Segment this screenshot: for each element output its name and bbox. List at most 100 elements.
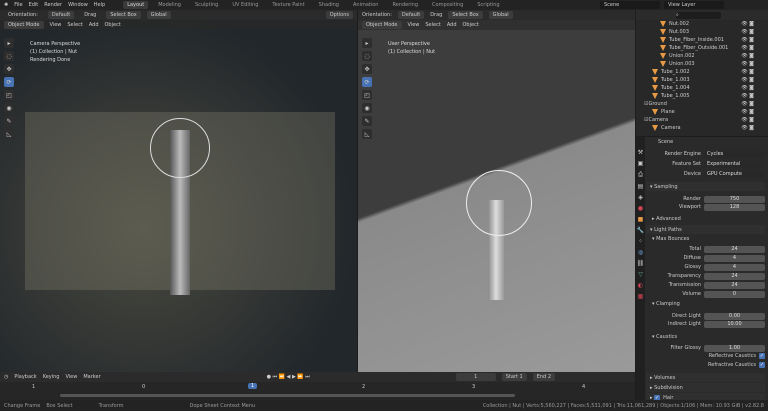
move-tool-icon[interactable]: ✥ [4,64,14,74]
device-dropdown[interactable]: GPU Compute [704,170,765,178]
render-samples-field[interactable]: 750 [704,195,765,203]
menu-keying[interactable]: Keying [43,374,60,380]
measure-tool-icon[interactable]: ◺ [362,129,372,139]
outliner-item[interactable]: Plane 👁 ◙ [636,108,768,116]
light-paths-panel[interactable]: ▾ Light Paths [646,225,765,234]
visibility-icon[interactable]: 👁 ◙ [741,93,754,99]
camera-viewport[interactable]: Orientation: Default Drag Select Box Glo… [0,10,357,372]
reflective-caustics-checkbox[interactable]: ✓ [759,353,765,359]
playhead[interactable]: 1 [248,383,258,389]
output-tab-icon[interactable]: ⎙ [638,171,643,179]
annotate-tool-icon[interactable]: ✎ [4,116,14,126]
mode-dropdown[interactable]: Object Mode [362,21,402,29]
menu-edit[interactable]: Edit [29,2,39,8]
tab-texture-paint[interactable]: Texture Paint [268,1,308,9]
menu-view[interactable]: View [65,374,77,380]
max-bounces-subpanel[interactable]: ▾ Max Bounces [646,235,765,243]
pivot-dropdown[interactable]: Default [47,11,75,19]
move-tool-icon[interactable]: ✥ [362,64,372,74]
bounce-field[interactable]: 0 [704,290,765,298]
blender-logo-icon[interactable]: ✺ [4,2,8,8]
menu-render[interactable]: Render [44,2,62,8]
object-tab-icon[interactable]: ■ [638,216,644,223]
tab-rendering[interactable]: Rendering [388,1,422,9]
outliner-item[interactable]: Union.002 👁 ◙ [636,52,768,60]
render-tab-icon[interactable]: ▣ [638,160,644,167]
tab-scripting[interactable]: Scripting [473,1,503,9]
rotate-gizmo[interactable] [466,170,532,236]
outliner-item[interactable]: Union.003 👁 ◙ [636,60,768,68]
transform-orientation-dropdown[interactable]: Global [146,11,171,19]
visibility-icon[interactable]: 👁 ◙ [741,77,754,83]
outliner-item[interactable]: Tube_1.005 👁 ◙ [636,92,768,100]
menu-help[interactable]: Help [94,2,105,8]
physics-tab-icon[interactable]: ◍ [638,249,643,256]
view-layer-selector[interactable]: View Layer [664,1,724,9]
material-tab-icon[interactable]: ◐ [638,282,643,289]
outliner-item[interactable]: Nut.002 👁 ◙ [636,20,768,28]
menu-view[interactable]: View [50,22,62,28]
mode-dropdown[interactable]: Object Mode [4,21,44,29]
scale-tool-icon[interactable]: ◰ [362,90,372,100]
menu-marker[interactable]: Marker [83,374,100,380]
world-tab-icon[interactable]: ● [638,205,643,212]
advanced-subpanel[interactable]: ▸ Advanced [646,215,765,223]
menu-file[interactable]: File [14,2,22,8]
tab-compositing[interactable]: Compositing [428,1,467,9]
menu-playback[interactable]: Playback [14,374,36,380]
visibility-icon[interactable]: 👁 ◙ [741,125,754,131]
transform-tool-icon[interactable]: ◉ [362,103,372,113]
visibility-icon[interactable]: 👁 ◙ [741,45,754,51]
caustics-subpanel[interactable]: ▾ Caustics [646,333,765,341]
feature-set-dropdown[interactable]: Experimental [704,160,765,168]
current-frame-field[interactable]: 1 [455,373,496,381]
view-layer-tab-icon[interactable]: ▤ [638,183,644,190]
tab-animation[interactable]: Animation [349,1,383,9]
visibility-icon[interactable]: 👁 ◙ [741,21,754,27]
menu-add[interactable]: Add [447,22,457,28]
viewport-samples-field[interactable]: 128 [704,203,765,211]
texture-tab-icon[interactable]: ▦ [638,293,644,300]
outliner-item[interactable]: ☑ Camera 👁 ◙ [636,116,768,124]
menu-add[interactable]: Add [89,22,99,28]
render-engine-dropdown[interactable]: Cycles [704,150,765,158]
pivot-dropdown[interactable]: Default [397,11,425,19]
end-frame-field[interactable]: End 2 [532,373,555,381]
options-dropdown[interactable]: Options [325,11,353,19]
transform-tool-icon[interactable]: ◉ [4,103,14,113]
data-tab-icon[interactable]: ▽ [638,271,643,278]
user-viewport[interactable]: Orientation: Default Drag Select Box Glo… [358,10,635,372]
tab-modeling[interactable]: Modeling [154,1,185,9]
modifier-tab-icon[interactable]: 🔧 [637,227,644,234]
constraint-tab-icon[interactable]: ⛓ [637,260,645,267]
outliner-search-input[interactable]: ⌕ [676,12,721,19]
outliner-item[interactable]: Tube_1.004 👁 ◙ [636,84,768,92]
measure-tool-icon[interactable]: ◺ [4,129,14,139]
tool-tab-icon[interactable]: ⚒ [638,149,643,156]
scene-tab-icon[interactable]: ◈ [638,194,643,201]
visibility-icon[interactable]: 👁 ◙ [741,117,754,123]
bounce-field[interactable]: 4 [704,254,765,262]
refractive-caustics-checkbox[interactable]: ✓ [759,362,765,368]
volumes-panel[interactable]: ▸ Volumes [646,373,765,382]
bounce-field[interactable]: 4 [704,263,765,271]
select-tool-icon[interactable]: ▸ [362,38,372,48]
visibility-icon[interactable]: 👁 ◙ [741,85,754,91]
visibility-icon[interactable]: 👁 ◙ [741,69,754,75]
scene-selector[interactable]: Scene [600,1,660,9]
transform-orientation-dropdown[interactable]: Global [488,11,513,19]
sampling-panel[interactable]: ▾ Sampling [646,182,765,191]
bounce-field[interactable]: 24 [704,245,765,253]
menu-object[interactable]: Object [105,22,121,28]
visibility-icon[interactable]: 👁 ◙ [741,109,754,115]
menu-object[interactable]: Object [463,22,479,28]
rotate-tool-icon[interactable]: ⟳ [362,77,372,87]
editor-type-icon[interactable]: ◷ [4,374,8,380]
tab-layout[interactable]: Layout [123,1,149,9]
clamping-subpanel[interactable]: ▾ Clamping [646,300,765,308]
timeline-scrollbar[interactable] [60,394,515,397]
playback-controls[interactable]: ● ⏮ ⏪ ◀ ▶ ⏩ ⏭ [267,374,310,380]
tab-uv-editing[interactable]: UV Editing [228,1,262,9]
direct-light-field[interactable]: 0.00 [704,312,765,320]
visibility-icon[interactable]: 👁 ◙ [741,61,754,67]
